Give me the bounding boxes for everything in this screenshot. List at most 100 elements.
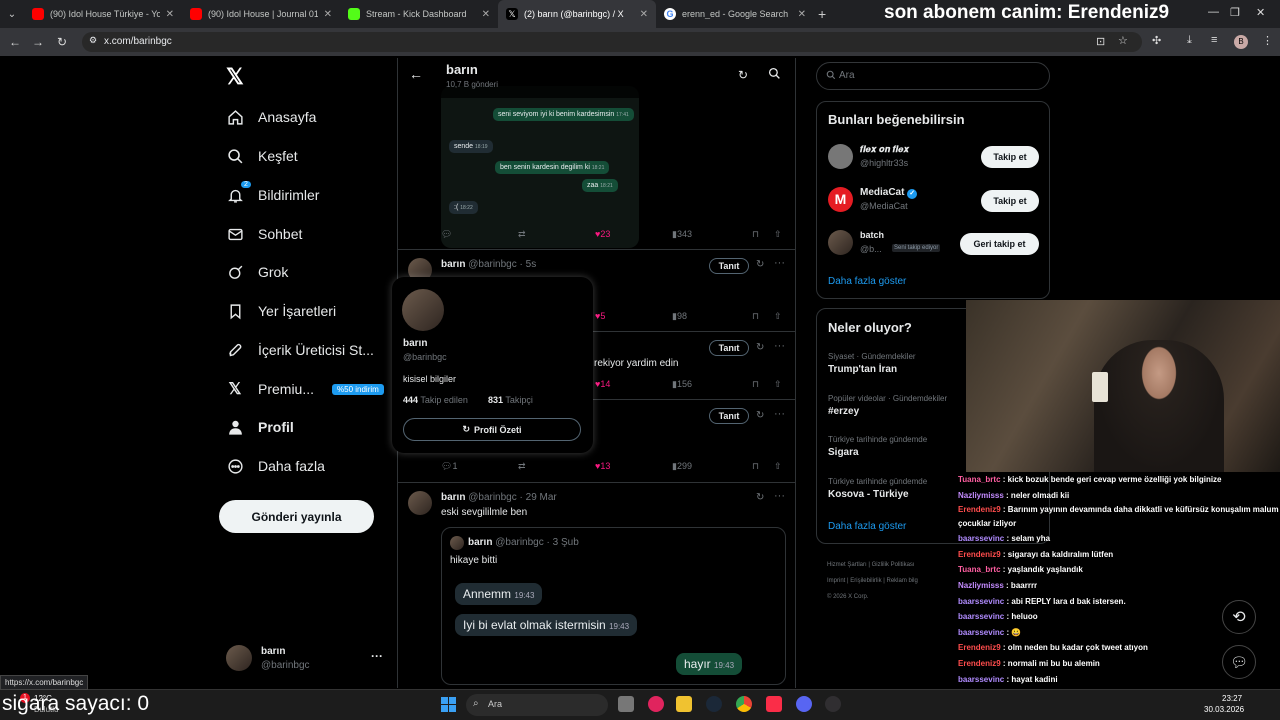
install-icon[interactable]: ⊡ (1096, 35, 1105, 48)
footer-link[interactable]: Erişilebilirlik (850, 578, 881, 584)
windows-start-icon[interactable] (441, 697, 456, 712)
more-icon[interactable]: ··· (774, 257, 785, 269)
extensions-icon[interactable]: ✣ (1152, 34, 1161, 47)
share-icon[interactable]: ⇧ (774, 229, 782, 240)
chat-username[interactable]: Nazliymisss (958, 581, 1004, 590)
more-icon[interactable]: ··· (774, 340, 785, 352)
back-arrow-icon[interactable]: ← (409, 66, 423, 82)
avatar[interactable] (828, 230, 853, 255)
retweet-icon[interactable]: ⇄ (518, 229, 526, 240)
reply-icon[interactable]: 💬︎ (441, 229, 452, 240)
promote-button[interactable]: Tanıt (709, 408, 749, 424)
like-icon[interactable]: ♥ 14 (595, 379, 610, 389)
music-app-icon[interactable] (766, 696, 782, 712)
account-more-icon[interactable]: ··· (371, 649, 383, 663)
followers-count[interactable]: 831 Takipçi (488, 395, 533, 405)
close-tab-icon[interactable]: ✕ (166, 9, 174, 20)
back-icon[interactable]: ← (4, 35, 26, 49)
chat-screenshot-image[interactable]: seni seviyom iyi ki benim kardesimsin 17… (441, 86, 639, 248)
like-icon[interactable]: ♥ 5 (595, 311, 605, 321)
avatar[interactable] (402, 289, 444, 331)
browser-tab-active[interactable]: 𝕏 (2) barın (@barinbgc) / X ✕ (498, 0, 656, 28)
chat-username[interactable]: baarssevinc (958, 628, 1004, 637)
sidebar-item-creator-studio[interactable]: İçerik Üreticisi St... (226, 341, 374, 359)
sidebar-item-home[interactable]: Anasayfa (226, 108, 316, 126)
sidebar-item-explore[interactable]: Keşfet (226, 147, 298, 165)
clock-time[interactable]: 23:27 (1222, 694, 1242, 703)
reading-list-icon[interactable]: ≡ (1211, 34, 1217, 46)
sidebar-item-profile[interactable]: Profil (226, 418, 294, 436)
share-icon[interactable]: ⇧ (774, 461, 782, 472)
share-icon[interactable]: ⇧ (774, 311, 782, 322)
footer-link[interactable]: Reklam bilg (887, 578, 918, 584)
record-app-icon[interactable] (648, 696, 664, 712)
chat-username[interactable]: Tuana_brtc (958, 565, 1001, 574)
views-icon[interactable]: ▮ 156 (672, 379, 692, 390)
chat-username[interactable]: baarssevinc (958, 612, 1004, 621)
grok-icon[interactable]: ↻ (756, 342, 764, 353)
like-icon[interactable]: ♥ 23 (595, 229, 610, 239)
promote-button[interactable]: Tanıt (709, 258, 749, 274)
bookmark-icon[interactable]: ⊓ (752, 311, 759, 322)
account-switcher[interactable]: barın @barinbgc ··· (226, 643, 391, 675)
post-button[interactable]: Gönderi yayınla (219, 500, 374, 533)
obs-icon[interactable] (825, 696, 841, 712)
bookmark-icon[interactable]: ⊓ (752, 379, 759, 390)
chat-username[interactable]: Erendeniz9 (958, 659, 1001, 668)
footer-link[interactable]: Imprint (827, 578, 845, 584)
browser-tab[interactable]: (90) Idol House | Journal 01 | Ev✕ (182, 0, 340, 28)
more-icon[interactable]: ··· (774, 490, 785, 502)
close-tab-icon[interactable]: ✕ (482, 9, 490, 20)
discord-icon[interactable] (796, 696, 812, 712)
close-tab-icon[interactable]: ✕ (640, 9, 648, 20)
browser-tab[interactable]: Gerenn_ed - Google Search ✕ (656, 0, 814, 28)
steam-icon[interactable] (706, 696, 722, 712)
following-count[interactable]: 444 Takip edilen (403, 395, 468, 405)
sidebar-item-more[interactable]: Daha fazla (226, 457, 325, 475)
minimize-icon[interactable]: — (1208, 6, 1219, 18)
trend-item[interactable]: Sigara (828, 447, 859, 458)
share-icon[interactable]: ⇧ (774, 379, 782, 390)
close-window-icon[interactable]: ✕ (1256, 6, 1265, 19)
browser-tab[interactable]: (90) Idol House Türkiye - YouTu✕ (24, 0, 182, 28)
views-icon[interactable]: ▮ 343 (672, 229, 692, 240)
grok-icon[interactable]: ↻ (756, 410, 764, 421)
retweet-icon[interactable]: ⇄ (518, 461, 526, 472)
grok-refresh-icon[interactable]: ↻ (738, 68, 748, 82)
sidebar-item-bookmarks[interactable]: Yer İşaretleri (226, 302, 336, 320)
chat-username[interactable]: Erendeniz9 (958, 643, 1001, 652)
trend-item[interactable]: Kosova - Türkiye (828, 489, 909, 500)
forward-icon[interactable]: → (27, 35, 49, 49)
mediacat-logo-icon[interactable]: M (828, 187, 853, 212)
chat-username[interactable]: Tuana_brtc (958, 475, 1001, 484)
footer-link[interactable]: Hizmet Şartları (827, 562, 867, 568)
quoted-tweet[interactable]: barın @barinbgc · 3 Şub hikaye bitti Ann… (441, 527, 786, 685)
show-more-link[interactable]: Daha fazla göster (828, 276, 906, 287)
new-tab-icon[interactable]: + (818, 6, 826, 22)
grok-floating-button[interactable]: ⟲ (1222, 600, 1256, 634)
reload-icon[interactable]: ↻ (51, 35, 73, 49)
bookmark-star-icon[interactable]: ☆ (1118, 34, 1128, 47)
chat-username[interactable]: Erendeniz9 (958, 505, 1001, 514)
messages-floating-button[interactable]: 💬︎ (1222, 645, 1256, 679)
grok-icon[interactable]: ↻ (756, 259, 764, 270)
avatar[interactable] (828, 144, 853, 169)
trend-item[interactable]: #erzey (828, 406, 859, 417)
show-more-link[interactable]: Daha fazla göster (828, 521, 906, 532)
taskview-icon[interactable] (618, 696, 634, 712)
search-input[interactable]: Ara (816, 62, 1050, 90)
grok-icon[interactable]: ↻ (756, 492, 764, 503)
footer-link[interactable]: Gizlilik Politikası (872, 562, 915, 568)
close-tab-icon[interactable]: ✕ (324, 9, 332, 20)
like-icon[interactable]: ♥ 13 (595, 461, 610, 471)
avatar[interactable] (408, 491, 432, 515)
reply-icon[interactable]: 💬︎ 1 (441, 461, 457, 472)
browser-tab[interactable]: Stream - Kick Dashboard ✕ (340, 0, 498, 28)
tab-list-icon[interactable]: ⌄ (0, 9, 24, 20)
site-info-icon[interactable]: ⚙ (89, 35, 97, 46)
sidebar-item-grok[interactable]: Grok (226, 263, 288, 281)
clock-date[interactable]: 30.03.2026 (1204, 705, 1244, 714)
views-icon[interactable]: ▮ 299 (672, 461, 692, 472)
file-explorer-icon[interactable] (676, 696, 692, 712)
sidebar-item-notifications[interactable]: 2 Bildirimler (226, 181, 319, 204)
